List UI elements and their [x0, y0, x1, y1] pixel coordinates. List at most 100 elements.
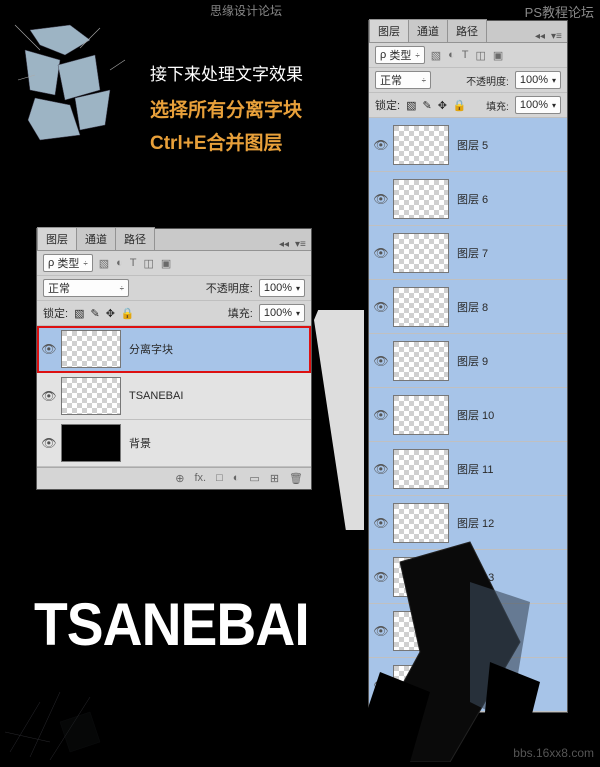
tab-paths-lg[interactable]: 路径	[447, 19, 487, 42]
blend-row-lg: 正常÷ 不透明度: 100%▾	[369, 68, 567, 93]
annot-line1: 接下来处理文字效果	[150, 60, 303, 85]
kind-dropdown[interactable]: ρ 类型÷	[43, 254, 93, 272]
layer-thumbnail[interactable]	[393, 287, 449, 327]
panel-menu-icon[interactable]: ▾≡	[295, 240, 305, 250]
layer-name[interactable]: 图层 5	[457, 137, 488, 153]
lock-all-icon[interactable]: 🔒	[453, 99, 467, 112]
layer-row[interactable]: 👁 背景	[37, 420, 311, 467]
layer-name[interactable]: 图层 6	[457, 191, 488, 207]
layer-name[interactable]: 图层 8	[457, 299, 488, 315]
panel-collapse-icon[interactable]: ◂◂	[279, 240, 289, 250]
layer-row[interactable]: 👁 分离字块	[37, 326, 311, 373]
layer-row[interactable]: 👁 图层 10	[369, 388, 567, 442]
footer-icon-0[interactable]: ⊕	[175, 472, 184, 485]
layer-thumbnail[interactable]	[61, 424, 121, 462]
tab-layers[interactable]: 图层	[37, 227, 77, 250]
visibility-icon[interactable]: 👁	[369, 354, 393, 368]
layer-row[interactable]: 👁 图层 9	[369, 334, 567, 388]
visibility-icon[interactable]: 👁	[369, 138, 393, 152]
filter-smart-icon[interactable]: ▣	[493, 49, 503, 62]
footer-icon-3[interactable]: ◐	[233, 472, 240, 485]
tab-paths[interactable]: 路径	[115, 227, 155, 250]
visibility-icon[interactable]: 👁	[37, 342, 61, 356]
layer-row[interactable]: 👁 图层 11	[369, 442, 567, 496]
lock-move-icon[interactable]: ✥	[438, 99, 447, 112]
lock-row: 锁定: ▧ ✎ ✥ 🔒 填充: 100%▾	[37, 301, 311, 326]
layer-thumbnail[interactable]	[61, 330, 121, 368]
fill-input[interactable]: 100%▾	[259, 304, 305, 322]
lock-paint-icon[interactable]: ✎	[422, 99, 431, 112]
layer-thumbnail[interactable]	[61, 377, 121, 415]
filter-pixel-icon[interactable]: ▧	[431, 49, 441, 62]
annot-line3: Ctrl+E合并图层	[150, 128, 303, 155]
layer-row[interactable]: 👁 图层 8	[369, 280, 567, 334]
layer-thumbnail[interactable]	[393, 233, 449, 273]
lock-label-lg: 锁定:	[375, 97, 400, 113]
visibility-icon[interactable]: 👁	[369, 300, 393, 314]
shattered-2-graphic	[10, 20, 130, 150]
filter-row: ρ 类型÷ ▧ ◐ T ◫ ▣	[37, 251, 311, 276]
layer-name[interactable]: 分离字块	[129, 341, 173, 357]
visibility-icon[interactable]: 👁	[369, 192, 393, 206]
opacity-label-lg: 不透明度:	[466, 73, 509, 88]
visibility-icon[interactable]: 👁	[37, 436, 61, 450]
tab-channels-lg[interactable]: 通道	[408, 19, 448, 42]
visibility-icon[interactable]: 👁	[369, 462, 393, 476]
tab-layers-lg[interactable]: 图层	[369, 19, 409, 42]
footer-icon-5[interactable]: ⊞	[270, 472, 279, 485]
blend-mode-dropdown-lg[interactable]: 正常÷	[375, 71, 431, 89]
fill-label-lg: 填充:	[486, 98, 509, 113]
panel-collapse-icon-lg[interactable]: ◂◂	[535, 32, 545, 42]
opacity-label: 不透明度:	[206, 280, 253, 296]
visibility-icon[interactable]: 👁	[369, 246, 393, 260]
filter-shape-icon[interactable]: ◫	[144, 257, 154, 270]
layer-name[interactable]: 背景	[129, 435, 151, 451]
layer-name[interactable]: 图层 11	[457, 461, 493, 477]
lock-all-icon[interactable]: 🔒	[121, 307, 135, 320]
visibility-icon[interactable]: 👁	[37, 389, 61, 403]
filter-type-icon[interactable]: T	[462, 49, 469, 62]
lock-paint-icon[interactable]: ✎	[90, 307, 99, 320]
filter-row-lg: ρ 类型÷ ▧ ◐ T ◫ ▣	[369, 43, 567, 68]
callout-arrow	[314, 310, 364, 530]
layer-row[interactable]: 👁 图层 6	[369, 172, 567, 226]
filter-smart-icon[interactable]: ▣	[161, 257, 171, 270]
layer-name[interactable]: 图层 7	[457, 245, 488, 261]
layer-thumbnail[interactable]	[393, 395, 449, 435]
lock-row-lg: 锁定: ▧ ✎ ✥ 🔒 填充: 100%▾	[369, 93, 567, 118]
filter-shape-icon[interactable]: ◫	[476, 49, 486, 62]
layer-name[interactable]: 图层 10	[457, 407, 494, 423]
filter-type-icon[interactable]: T	[130, 257, 137, 270]
layer-row[interactable]: 👁 图层 7	[369, 226, 567, 280]
layer-thumbnail[interactable]	[393, 125, 449, 165]
kind-dropdown-lg[interactable]: ρ 类型÷	[375, 46, 425, 64]
filter-adjust-icon[interactable]: ◐	[448, 49, 455, 62]
footer-icon-1[interactable]: fx.	[194, 472, 206, 485]
layer-thumbnail[interactable]	[393, 179, 449, 219]
footer-icon-6[interactable]: 🗑	[289, 472, 303, 485]
filter-adjust-icon[interactable]: ◐	[116, 257, 123, 270]
layer-row[interactable]: 👁 TSANEBAI	[37, 373, 311, 420]
tsanebai-text: TSANEBAI	[34, 590, 309, 659]
opacity-input[interactable]: 100%▾	[259, 279, 305, 297]
layer-thumbnail[interactable]	[393, 341, 449, 381]
layer-row[interactable]: 👁 图层 5	[369, 118, 567, 172]
footer-icon-2[interactable]: □	[216, 472, 223, 485]
tab-channels[interactable]: 通道	[76, 227, 116, 250]
layer-name[interactable]: 图层 9	[457, 353, 488, 369]
watermark-bottom-right: bbs.16xx8.com	[513, 746, 594, 760]
panel-tabs-lg: 图层 通道 路径 ◂◂ ▾≡	[369, 21, 567, 43]
filter-pixel-icon[interactable]: ▧	[99, 257, 109, 270]
visibility-icon[interactable]: 👁	[369, 408, 393, 422]
layer-name[interactable]: TSANEBAI	[129, 390, 183, 402]
layer-thumbnail[interactable]	[393, 449, 449, 489]
panel-footer: ⊕ fx. □ ◐ ▭ ⊞ 🗑	[37, 467, 311, 489]
blend-mode-dropdown[interactable]: 正常÷	[43, 279, 129, 297]
opacity-input-lg[interactable]: 100%▾	[515, 71, 561, 89]
footer-icon-4[interactable]: ▭	[249, 472, 259, 485]
fill-input-lg[interactable]: 100%▾	[515, 96, 561, 114]
panel-menu-icon-lg[interactable]: ▾≡	[551, 32, 561, 42]
lock-trans-icon[interactable]: ▧	[74, 307, 84, 320]
lock-move-icon[interactable]: ✥	[106, 307, 115, 320]
lock-trans-icon[interactable]: ▧	[406, 99, 416, 112]
